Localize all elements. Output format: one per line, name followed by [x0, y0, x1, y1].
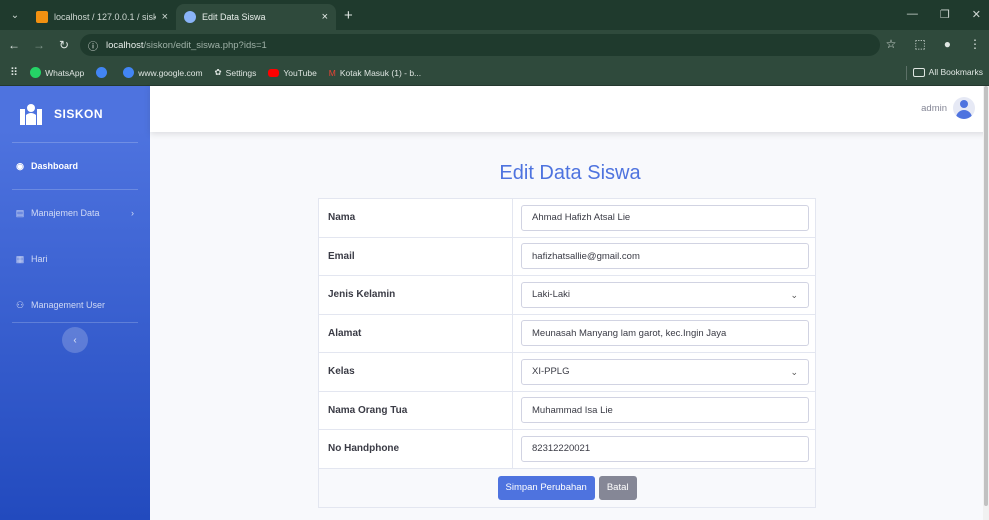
- nama-input[interactable]: Ahmad Hafizh Atsal Lie: [521, 204, 809, 231]
- chevron-down-icon: ⌄: [790, 366, 798, 377]
- extensions-icon[interactable]: ⬚: [914, 37, 925, 51]
- site-info-icon[interactable]: ⓘ: [88, 38, 98, 53]
- dashboard-icon: ◉: [16, 160, 24, 171]
- form-row-nama-orang-tua: Nama Orang Tua Muhammad Isa Lie: [319, 391, 815, 430]
- profile-icon[interactable]: ●: [944, 37, 951, 51]
- bookmark-settings[interactable]: ✿ Settings: [215, 67, 257, 78]
- globe-favicon-icon: [184, 11, 196, 23]
- toolbar-actions: ☆ ⬚ ● ⋮: [886, 37, 981, 51]
- user-menu[interactable]: admin: [921, 97, 975, 119]
- no-handphone-input[interactable]: 82312220021: [521, 435, 809, 462]
- bookmark-google[interactable]: [96, 67, 111, 78]
- phpmyadmin-favicon-icon: [36, 11, 48, 23]
- folder-icon: [912, 67, 925, 77]
- save-button[interactable]: Simpan Perubahan: [497, 475, 595, 500]
- sidebar-item-label: Dashboard: [31, 161, 79, 171]
- edit-siswa-form: Nama Ahmad Hafizh Atsal Lie Email hafizh…: [318, 198, 816, 508]
- form-row-no-handphone: No Handphone 82312220021: [319, 430, 815, 469]
- brand-name: SISKON: [54, 107, 104, 121]
- youtube-icon: [268, 68, 280, 77]
- chevron-down-icon: ⌄: [790, 289, 798, 300]
- nama-orang-tua-input[interactable]: Muhammad Isa Lie: [521, 397, 809, 424]
- page-scrollbar[interactable]: [983, 86, 989, 520]
- field-label: Alamat: [328, 327, 362, 339]
- topbar: admin: [150, 86, 989, 132]
- form-row-email: Email hafizhatsallie@gmail.com: [319, 237, 815, 276]
- sidebar-brand[interactable]: SISKON: [0, 86, 150, 142]
- all-bookmarks[interactable]: All Bookmarks: [912, 67, 983, 77]
- sidebar: SISKON ◉ Dashboard ▤ Manajemen Data › ▦ …: [0, 86, 150, 520]
- sidebar-item-manajemen-data[interactable]: ▤ Manajemen Data ›: [0, 190, 150, 236]
- bookmark-google-com[interactable]: www.google.com: [123, 67, 203, 78]
- form-row-kelas: Kelas XI-PPLG ⌄: [319, 353, 815, 392]
- url-path: /siskon/edit_siswa.php?ids=1: [143, 39, 267, 51]
- browser-tab-bar: ⌄ localhost / 127.0.0.1 / siskon | p × E…: [0, 0, 989, 30]
- calendar-icon: ▦: [15, 253, 25, 264]
- page-title: Edit Data Siswa: [499, 162, 641, 184]
- field-label: Kelas: [328, 366, 355, 378]
- browser-toolbar: ← → ↻ ⓘ localhost/siskon/edit_siswa.php?…: [0, 30, 989, 60]
- reload-icon[interactable]: ↻: [53, 38, 75, 52]
- email-input[interactable]: hafizhatsallie@gmail.com: [521, 243, 809, 270]
- users-icon: ⚇: [15, 299, 25, 310]
- whatsapp-icon: [30, 67, 42, 78]
- sidebar-item-dashboard[interactable]: ◉ Dashboard: [0, 143, 150, 189]
- bookmark-gmail[interactable]: M Kotak Masuk (1) - b...: [329, 68, 421, 78]
- form-actions: Simpan Perubahan Batal: [319, 468, 815, 507]
- field-label: Nama Orang Tua: [328, 404, 408, 416]
- tab-title: Edit Data Siswa: [202, 12, 266, 22]
- new-tab-button[interactable]: +: [344, 7, 353, 24]
- table-icon: ▤: [15, 207, 25, 218]
- sidebar-item-management-user[interactable]: ⚇ Management User: [0, 282, 150, 328]
- bookmark-star-icon[interactable]: ☆: [886, 37, 897, 51]
- bookmarks-divider: [906, 66, 907, 80]
- user-name: admin: [921, 102, 947, 114]
- school-logo-icon: [20, 104, 42, 125]
- restore-icon[interactable]: ❐: [940, 8, 950, 21]
- avatar-icon: [953, 97, 975, 119]
- form-row-nama: Nama Ahmad Hafizh Atsal Lie: [319, 199, 815, 238]
- field-label: No Handphone: [328, 443, 400, 455]
- gmail-icon: M: [328, 67, 336, 78]
- gear-icon: ✿: [214, 67, 222, 77]
- sidebar-item-label: Hari: [31, 254, 48, 264]
- bookmark-whatsapp[interactable]: WhatsApp: [30, 67, 84, 78]
- kelas-select[interactable]: XI-PPLG ⌄: [521, 358, 809, 385]
- cancel-button[interactable]: Batal: [598, 475, 637, 500]
- tab-edit-data-siswa[interactable]: Edit Data Siswa ×: [176, 4, 336, 30]
- url-host: localhost: [106, 39, 144, 51]
- tab-close-icon[interactable]: ×: [322, 11, 328, 23]
- forward-icon[interactable]: →: [28, 38, 50, 52]
- chevron-right-icon: ›: [131, 208, 134, 218]
- field-label: Email: [328, 250, 355, 262]
- menu-kebab-icon[interactable]: ⋮: [969, 37, 981, 51]
- bookmark-youtube[interactable]: YouTube: [268, 68, 317, 78]
- bookmarks-bar: ⠿ WhatsApp www.google.com ✿ Settings YouT…: [0, 60, 989, 86]
- sidebar-item-hari[interactable]: ▦ Hari: [0, 236, 150, 282]
- apps-grid-icon[interactable]: ⠿: [10, 66, 18, 79]
- tab-title: localhost / 127.0.0.1 / siskon | p: [54, 12, 156, 22]
- close-window-icon[interactable]: ✕: [972, 8, 981, 21]
- google-icon: [123, 67, 135, 78]
- tab-phpmyadmin[interactable]: localhost / 127.0.0.1 / siskon | p ×: [28, 4, 176, 30]
- minimize-icon[interactable]: —: [907, 8, 918, 21]
- sidebar-item-label: Manajemen Data: [31, 208, 100, 218]
- address-bar[interactable]: ⓘ localhost/siskon/edit_siswa.php?ids=1: [80, 34, 880, 56]
- form-row-alamat: Alamat Meunasah Manyang lam garot, kec.I…: [319, 314, 815, 353]
- scrollbar-thumb[interactable]: [984, 86, 988, 506]
- alamat-input[interactable]: Meunasah Manyang lam garot, kec.Ingin Ja…: [521, 320, 809, 347]
- jenis-kelamin-select[interactable]: Laki-Laki ⌄: [521, 281, 809, 308]
- back-icon[interactable]: ←: [3, 38, 25, 52]
- form-row-jenis-kelamin: Jenis Kelamin Laki-Laki ⌄: [319, 276, 815, 315]
- tab-close-icon[interactable]: ×: [162, 11, 168, 23]
- field-label: Nama: [328, 212, 356, 224]
- sidebar-toggle-button[interactable]: ‹: [62, 327, 88, 353]
- google-icon: [96, 67, 108, 78]
- sidebar-item-label: Management User: [31, 300, 106, 310]
- window-controls: — ❐ ✕: [907, 8, 981, 21]
- tab-search-icon[interactable]: ⌄: [6, 6, 24, 24]
- field-label: Jenis Kelamin: [328, 289, 396, 301]
